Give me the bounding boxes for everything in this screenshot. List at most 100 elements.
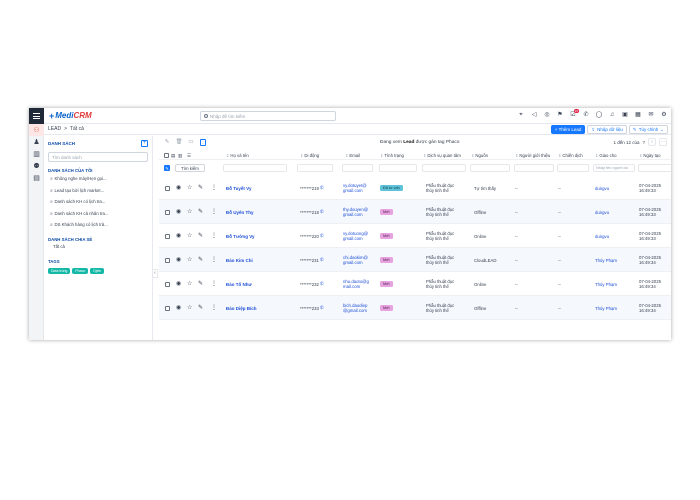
- lead-email-line2[interactable]: mail.com: [343, 284, 360, 290]
- column-header[interactable]: ⇕ Chiến dịch: [558, 153, 583, 158]
- edit-row-icon[interactable]: ✎: [198, 248, 203, 272]
- more-options-icon[interactable]: ⋯: [659, 138, 667, 146]
- location-icon[interactable]: ⌖: [518, 112, 524, 118]
- phone-call-icon[interactable]: ✆: [320, 233, 324, 239]
- add-list-button[interactable]: +: [141, 139, 148, 147]
- column-header[interactable]: ⇕ Nguồn: [471, 153, 488, 158]
- filter-campaign-input[interactable]: [557, 164, 589, 172]
- edit-row-icon[interactable]: ✎: [198, 200, 203, 224]
- app-logo[interactable]: + MediCRM: [49, 111, 92, 121]
- rail-leads-icon[interactable]: ⚇: [29, 124, 44, 136]
- star-icon[interactable]: ☆: [187, 296, 192, 320]
- my-list-item[interactable]: ≡ Không nghe máy/Hẹn gọi...: [48, 173, 148, 185]
- select-all-checkbox[interactable]: [164, 153, 169, 158]
- filter-phone-input[interactable]: [297, 164, 333, 172]
- shared-list-item[interactable]: Tất cả: [48, 242, 148, 251]
- calendar-icon[interactable]: ▦: [635, 112, 641, 118]
- star-icon[interactable]: ☆: [187, 176, 192, 200]
- column-header[interactable]: ⇕ Di động: [300, 153, 319, 158]
- star-icon[interactable]: ☆: [187, 224, 192, 248]
- filter-name-input[interactable]: [223, 164, 287, 172]
- row-more-icon[interactable]: ⋮: [211, 224, 217, 248]
- add-lead-button[interactable]: + Thêm Lead: [550, 125, 586, 134]
- edit-icon[interactable]: ✎: [164, 139, 170, 145]
- filter-email-input[interactable]: [342, 164, 373, 172]
- status-badge[interactable]: Mới: [380, 281, 393, 287]
- lead-name[interactable]: Đào Tố Như: [226, 282, 252, 287]
- global-search[interactable]: [200, 111, 336, 121]
- phone-call-icon[interactable]: ✆: [320, 281, 324, 287]
- customize-button[interactable]: ✎ Tùy chỉnh ⌄: [628, 125, 668, 134]
- lead-email-line2[interactable]: gmail.com: [343, 212, 363, 218]
- table-row[interactable]: ◉ ☆ ✎ ⋮ Đỗ Tường Vy *******220 ✆ vy.dotuong@ gma…: [159, 224, 671, 248]
- rail-report-icon[interactable]: ▤: [29, 172, 44, 184]
- menu-icon[interactable]: [29, 108, 44, 124]
- star-icon[interactable]: ☆: [187, 200, 192, 224]
- tag-chip[interactable]: Djeln: [90, 267, 105, 274]
- rail-group-icon[interactable]: ⚉: [29, 160, 44, 172]
- lead-email-line2[interactable]: gmail.com: [343, 236, 363, 242]
- comment-icon[interactable]: ▭: [188, 139, 194, 145]
- list-search-input[interactable]: [48, 152, 148, 162]
- settings-icon[interactable]: ⚙: [661, 112, 667, 118]
- my-list-item[interactable]: ≡ Lead tạo bởi lịch market...: [48, 185, 148, 197]
- status-badge[interactable]: Đã tư vấn: [380, 185, 403, 191]
- column-header[interactable]: ⇕ Họ và tên: [226, 153, 249, 158]
- my-list-item[interactable]: ≡ Danh sách KH có lịch tra...: [48, 196, 148, 208]
- view-icon[interactable]: ◉: [176, 272, 181, 296]
- search-button[interactable]: Tìm kiếm: [175, 164, 205, 172]
- rail-building-icon[interactable]: ▥: [29, 148, 44, 160]
- lead-email-line2[interactable]: gmail.com: [343, 188, 363, 194]
- breadcrumb-root[interactable]: LEAD: [48, 126, 61, 132]
- table-row[interactable]: ◉ ☆ ✎ ⋮ Đào Diệp Bích *******233 ✆ bich.daodiep…: [159, 296, 671, 320]
- megaphone-icon[interactable]: ◁: [531, 112, 537, 118]
- delete-icon[interactable]: 🗑: [176, 139, 183, 145]
- filter-referrer-input[interactable]: [514, 164, 554, 172]
- column-header[interactable]: ⇕ Dịch vụ quan tâm: [423, 153, 461, 158]
- row-checkbox[interactable]: [165, 200, 170, 224]
- list-view-icon[interactable]: ☰: [187, 153, 191, 159]
- lead-assignee[interactable]: Thủy Phạm: [595, 306, 617, 311]
- prev-page-icon[interactable]: ‹: [648, 138, 656, 146]
- phone-icon[interactable]: ✆: [583, 112, 589, 118]
- lead-assignee[interactable]: dungvu: [595, 210, 609, 215]
- star-icon[interactable]: ☆: [187, 272, 192, 296]
- mail-icon[interactable]: ✉: [648, 112, 654, 118]
- lead-name[interactable]: Đào Diệp Bích: [226, 306, 257, 311]
- columns-icon[interactable]: ▤: [171, 153, 175, 159]
- table-row[interactable]: ◉ ☆ ✎ ⋮ Đỗ Tuyết Vy *******219 ✆ vy.dotuyet@ gma…: [159, 176, 671, 200]
- more-vertical-icon[interactable]: ⋮: [200, 138, 206, 146]
- filter-created-input[interactable]: [638, 164, 671, 172]
- column-header[interactable]: ⇕ Tình trạng: [380, 153, 404, 158]
- lead-name[interactable]: Đỗ Tuyết Vy: [226, 186, 252, 191]
- lead-assignee[interactable]: Thủy Phạm: [595, 282, 617, 287]
- column-header[interactable]: ⇕ Email: [345, 153, 360, 158]
- tag-chip[interactable]: Phaco: [72, 267, 89, 274]
- filter-status-input[interactable]: [379, 164, 417, 172]
- table-row[interactable]: ◉ ☆ ✎ ⋮ Đào Tố Như *******232 ✆ nhu.daoto@g mail…: [159, 272, 671, 296]
- view-icon[interactable]: ◉: [176, 248, 181, 272]
- view-icon[interactable]: ◉: [176, 176, 181, 200]
- row-checkbox[interactable]: [165, 176, 170, 200]
- row-more-icon[interactable]: ⋮: [211, 272, 217, 296]
- row-checkbox[interactable]: [165, 224, 170, 248]
- view-icon[interactable]: ◉: [176, 200, 181, 224]
- star-icon[interactable]: ☆: [187, 248, 192, 272]
- phone-call-icon[interactable]: ✆: [320, 257, 324, 263]
- phone-call-icon[interactable]: ✆: [320, 209, 324, 215]
- tasks-icon[interactable]: ☑ 15: [570, 109, 579, 118]
- my-list-item[interactable]: ≡ DS Khách hàng có lịch trả...: [48, 219, 148, 231]
- status-badge[interactable]: Mới: [380, 305, 393, 311]
- lead-email-line2[interactable]: @gmail.com: [343, 308, 367, 314]
- import-button[interactable]: ⇪ Nhập dữ liệu: [587, 125, 627, 134]
- filter-assignee-input[interactable]: Nhập tên người dù: [593, 164, 635, 172]
- clear-filter-icon[interactable]: ✎: [164, 165, 170, 171]
- column-header[interactable]: ⇕ Người giới thiệu: [515, 153, 550, 158]
- global-search-input[interactable]: [210, 113, 330, 119]
- status-badge[interactable]: Mới: [380, 233, 393, 239]
- lead-name[interactable]: Đỗ Uyên Thy: [226, 210, 254, 215]
- table-row[interactable]: ◉ ☆ ✎ ⋮ Đỗ Uyên Thy *******218 ✆ thy.douyen@ gma…: [159, 200, 671, 224]
- edit-row-icon[interactable]: ✎: [198, 272, 203, 296]
- lead-assignee[interactable]: Thủy Phạm: [595, 258, 617, 263]
- collapse-sidebar-icon[interactable]: ‹: [152, 269, 158, 278]
